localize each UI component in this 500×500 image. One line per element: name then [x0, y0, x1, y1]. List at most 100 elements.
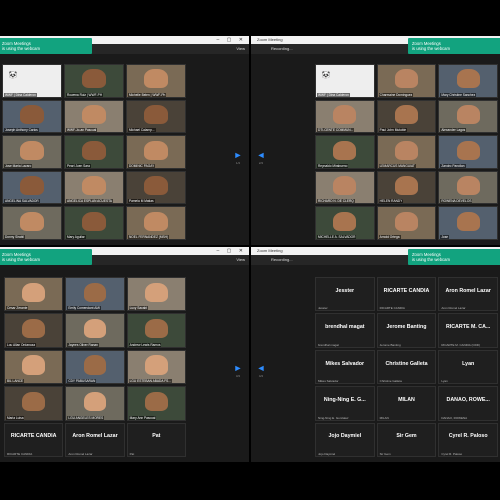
participant-video-tile[interactable]: RICHARD N. DE CLERQ	[315, 170, 375, 205]
participant-video-tile[interactable]: Pearl Juen Sara	[64, 135, 124, 169]
participant-video-tile[interactable]: Rowena Ruiz | WWF-PH	[64, 64, 124, 98]
participant-video-tile[interactable]: Paul John Mutuble	[376, 99, 437, 134]
participant-video-tile[interactable]: MICHELLE A. SALVADOR	[315, 206, 375, 240]
participant-name: MILAN	[379, 415, 389, 420]
participant-video-tile[interactable]: ANGELINA SALVADOR	[2, 170, 62, 205]
webcam-toast: Zoom Meetings is using the webcam	[0, 249, 92, 265]
participant-video-tile[interactable]: Mary Christine Sanchez	[438, 64, 498, 98]
participant-name-tile[interactable]: brendhal magat brendhal magat	[315, 313, 375, 348]
participant-video-tile[interactable]: DTI-CENTE COMMUN...	[315, 99, 375, 134]
participant-name-tile[interactable]: Jerome Banting Jerome Banting	[376, 313, 437, 348]
participant-name: Maria Luisa	[6, 415, 25, 420]
participant-video-tile[interactable]: Charmaine Dominguez	[376, 64, 437, 98]
participant-name-tile[interactable]: MILAN MILAN	[376, 386, 437, 421]
participant-video-tile[interactable]: Jaynes Oliver Ranan	[65, 313, 125, 348]
prev-page-arrow-icon[interactable]: ◄	[255, 150, 267, 160]
participant-video-tile[interactable]: Andrew Lewis Ramos	[126, 313, 186, 348]
zoom-window-top-right: Zoom Meeting Recording... Zoom Meetings …	[251, 36, 500, 245]
participant-name-tile[interactable]: Sir Gem Sir Gem	[376, 422, 437, 457]
window-controls[interactable]: – ▢ ✕	[217, 36, 246, 44]
participant-video-tile[interactable]: DOMINIC PAGAY	[126, 135, 186, 169]
participant-name-tile[interactable]: Jesster Jesster	[315, 277, 375, 312]
participant-video-tile[interactable]: BIL LANCE	[4, 349, 64, 385]
participant-name: RICARTE CANDIA	[7, 452, 33, 456]
participant-name: Paul John Mutuble	[378, 128, 408, 133]
participant-name: Reynaldo Mirabueno	[317, 163, 349, 168]
participant-name-tile[interactable]: Pat Pat	[126, 422, 186, 457]
zoom-window-bottom-left: Zoom Meeting – ▢ ✕ View Zoom Meetings is…	[0, 247, 249, 462]
participant-name-tile[interactable]: Christine Galleta Christine Galleta	[376, 349, 437, 385]
participant-avatar	[144, 391, 168, 412]
participant-video-tile[interactable]: Donny Sirabil	[2, 206, 62, 240]
participant-video-tile[interactable]: Joseph Anthony Carlos	[2, 99, 62, 134]
participant-video-tile[interactable]: HELEN RANDY	[376, 170, 437, 205]
participant-avatar	[333, 211, 357, 231]
participant-name: RICARTE CANDIA	[379, 306, 405, 311]
participant-name: Pearl Juen Sara	[66, 163, 91, 168]
participant-video-tile[interactable]: Mary Aguilar	[64, 206, 124, 240]
participant-video-tile[interactable]: Emily Comendant AMI	[65, 277, 125, 312]
participant-avatar	[456, 211, 480, 231]
participant-name-tile[interactable]: RICARTE M. CA... RICARTE M. CANDIA (CDD)	[438, 313, 498, 348]
participant-video-tile[interactable]: Lou Allan Ordanoza	[4, 313, 64, 348]
participant-display-name: brendhal magat	[325, 324, 365, 331]
participant-video-tile[interactable]: Lucy Sacabi	[126, 277, 186, 312]
participant-video-tile[interactable]: Jose Maria Lazaro	[2, 135, 62, 169]
participant-name: Pat	[129, 452, 135, 456]
participant-name-tile[interactable]: DANAO, ROWE... DANAO, ROWENA	[438, 386, 498, 421]
participant-name: Jaynes Oliver Ranan	[67, 342, 99, 347]
gallery-grid: Cesar Zerante Emily Comendant AMI Lucy Sac…	[4, 277, 186, 457]
participant-video-tile[interactable]: LGU ANGELES MORES	[65, 386, 125, 421]
participant-video-tile[interactable]: Zandro Pancilan	[438, 135, 498, 169]
participant-name-tile[interactable]: Jojo Daymiel Jojo Daymiel	[315, 422, 375, 457]
page-indicator: 1/4	[235, 161, 241, 165]
participant-display-name: Ning-Ning E. G...	[323, 396, 366, 403]
next-page-arrow-icon[interactable]: ►	[232, 363, 244, 373]
participant-name-tile[interactable]: RICARTE CANDIA RICARTE CANDIA	[4, 422, 64, 457]
participant-name-tile[interactable]: RICARTE CANDIA RICARTE CANDIA	[376, 277, 437, 312]
participant-name-tile[interactable]: Cyrel R. Paloso Cyrel R. Paloso	[438, 422, 498, 457]
participant-name: ANGELINA SALVADOR	[4, 199, 40, 204]
gallery-grid: Jesster Jesster RICARTE CANDIA RICARTE CAND…	[315, 277, 498, 457]
participant-video-tile[interactable]: Pamela M Matias	[126, 170, 186, 205]
participant-video-tile[interactable]: NOEL FERNANDEZ (MSH)	[126, 206, 186, 240]
participant-name: Arnold Ortega	[378, 234, 401, 239]
view-button[interactable]: View	[236, 255, 245, 265]
view-button[interactable]: View	[236, 44, 245, 54]
participant-video-tile[interactable]: 🐼 WWF | Dina Calderon	[2, 64, 62, 98]
participant-name: Emily Comendant AMI	[67, 306, 101, 311]
participant-name-tile[interactable]: Ning-Ning E. G... Ning-Ning E. Gonzalez	[315, 386, 375, 421]
participant-name: RICHARD N. DE CLERQ	[317, 199, 355, 204]
participant-avatar	[83, 355, 107, 375]
participant-name-tile[interactable]: Lyan Lyan	[438, 349, 498, 385]
participant-video-tile[interactable]: Jose	[438, 206, 498, 240]
participant-video-tile[interactable]: Maria Luisa	[4, 386, 64, 421]
participant-name-tile[interactable]: Aron Romel Lazar Aron Romel Lazar	[438, 277, 498, 312]
participant-name: MICHELLE A. SALVADOR	[317, 234, 357, 239]
participant-video-tile[interactable]: CDY PABUSARAN	[65, 349, 125, 385]
participant-display-name: RICARTE CANDIA	[383, 287, 430, 294]
participant-name: Jojo Daymiel	[318, 452, 336, 456]
participant-video-tile[interactable]: Alexander Lagos	[438, 99, 498, 134]
participant-name: Michael Calamp...	[128, 128, 156, 133]
participant-video-tile[interactable]: Arnold Ortega	[376, 206, 437, 240]
prev-page-arrow-icon[interactable]: ◄	[255, 363, 267, 373]
next-page-arrow-icon[interactable]: ►	[232, 150, 244, 160]
participant-video-tile[interactable]: Mary Ann Pascual	[126, 386, 186, 421]
participant-video-tile[interactable]: LGU ESTEBAN ABADA FS...	[126, 349, 186, 385]
participant-name-tile[interactable]: Aron Romel Lazar Aron Romel Lazar	[65, 422, 125, 457]
participant-video-tile[interactable]: LEMARCUS MANGUIAT	[376, 135, 437, 169]
window-controls[interactable]: – ▢ ✕	[217, 247, 246, 255]
participant-name: DANAO, ROWENA	[441, 415, 468, 420]
participant-video-tile[interactable]: WWF-Jo-an Pascual	[64, 99, 124, 134]
participant-video-tile[interactable]: 🐼 WWF | Dina Calderon	[315, 64, 375, 98]
participant-video-tile[interactable]: ROWENA DEVELOS	[438, 170, 498, 205]
participant-name-tile[interactable]: Mikes Salvador Mikes Salvador	[315, 349, 375, 385]
participant-video-tile[interactable]: Reynaldo Mirabueno	[315, 135, 375, 169]
participant-video-tile[interactable]: Cesar Zerante	[4, 277, 64, 312]
participant-video-tile[interactable]: Michael Calamp...	[126, 99, 186, 134]
participant-video-tile[interactable]: Michelle Belen | WWF-Ph	[126, 64, 186, 98]
webcam-toast: Zoom Meetings is using the webcam	[408, 249, 500, 265]
participant-avatar	[144, 105, 168, 124]
participant-video-tile[interactable]: ANGELICA ESPLAN ACUESTA	[64, 170, 124, 205]
